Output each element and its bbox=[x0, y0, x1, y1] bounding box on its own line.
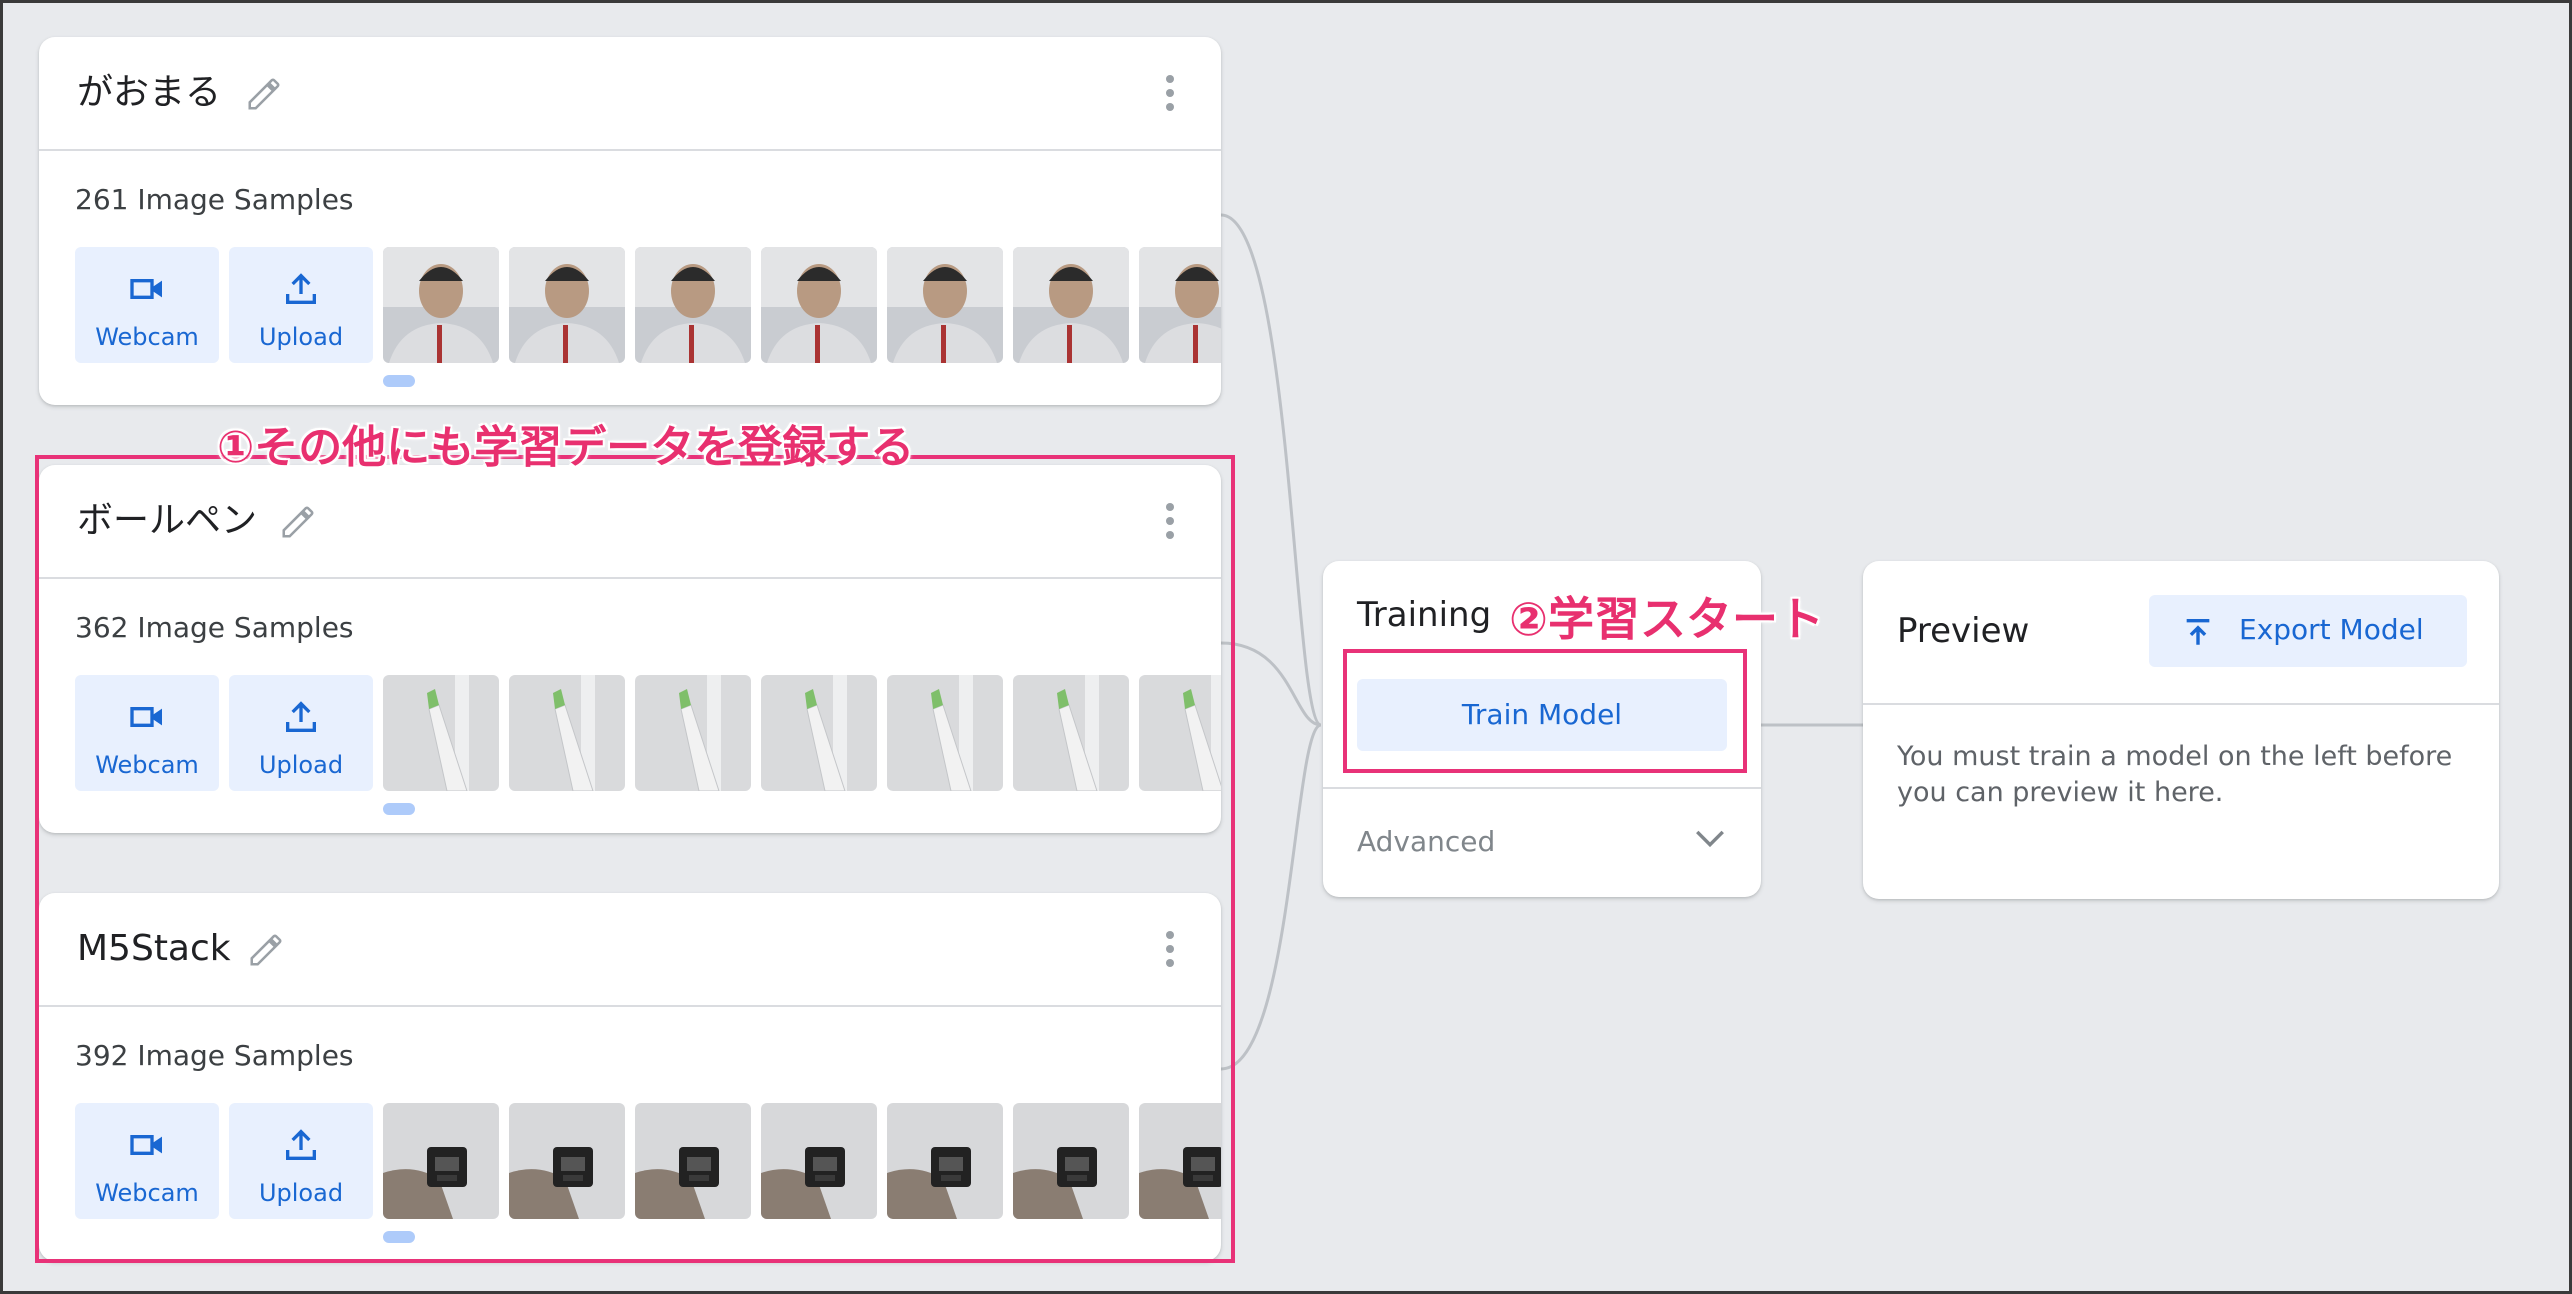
chevron-down-icon bbox=[1696, 830, 1724, 848]
preview-panel: Preview Export Model You must train a mo… bbox=[1863, 561, 2499, 899]
sample-thumbnail[interactable] bbox=[761, 247, 877, 363]
preview-message: You must train a model on the left befor… bbox=[1897, 741, 2453, 808]
horizontal-scrollbar[interactable] bbox=[383, 375, 415, 387]
export-model-button[interactable]: Export Model bbox=[2149, 595, 2467, 667]
train-model-button[interactable]: Train Model bbox=[1357, 679, 1727, 751]
advanced-label: Advanced bbox=[1357, 825, 1496, 858]
class-card: がおまる 261 Image Samples Webcam Upload bbox=[39, 37, 1221, 405]
annotation-frame-step1 bbox=[35, 455, 1235, 1263]
webcam-button[interactable]: Webcam bbox=[75, 247, 219, 363]
upload-label: Upload bbox=[258, 323, 344, 351]
sample-thumbnail[interactable] bbox=[509, 247, 625, 363]
sample-thumbnail[interactable] bbox=[1139, 247, 1221, 363]
sample-thumbnail[interactable] bbox=[383, 247, 499, 363]
sample-thumbnail[interactable] bbox=[635, 247, 751, 363]
training-title: Training bbox=[1357, 595, 1492, 635]
preview-header: Preview Export Model bbox=[1863, 561, 2499, 705]
sample-thumbnail[interactable] bbox=[1013, 247, 1129, 363]
advanced-toggle[interactable]: Advanced bbox=[1323, 787, 1761, 899]
videocam-icon bbox=[130, 279, 162, 299]
class-card-header: がおまる bbox=[39, 37, 1221, 151]
webcam-label: Webcam bbox=[95, 323, 199, 351]
sample-thumbnail[interactable] bbox=[887, 247, 1003, 363]
export-icon bbox=[2186, 618, 2210, 645]
upload-button[interactable]: Upload bbox=[229, 247, 373, 363]
pencil-icon[interactable] bbox=[245, 75, 283, 113]
upload-icon bbox=[286, 273, 316, 304]
annotation-step1: ①その他にも学習データを登録する bbox=[217, 422, 915, 473]
class-name[interactable]: がおまる bbox=[77, 71, 221, 115]
teachable-machine-workspace: がおまる 261 Image Samples Webcam Upload ボール… bbox=[3, 3, 2569, 1291]
annotation-step2: ②学習スタート bbox=[1509, 592, 1824, 646]
export-model-label: Export Model bbox=[2239, 613, 2424, 646]
preview-title: Preview bbox=[1897, 611, 2030, 651]
more-vert-icon[interactable] bbox=[1163, 75, 1177, 115]
samples-count: 261 Image Samples bbox=[75, 183, 354, 216]
sample-row: Webcam Upload bbox=[75, 247, 1221, 363]
